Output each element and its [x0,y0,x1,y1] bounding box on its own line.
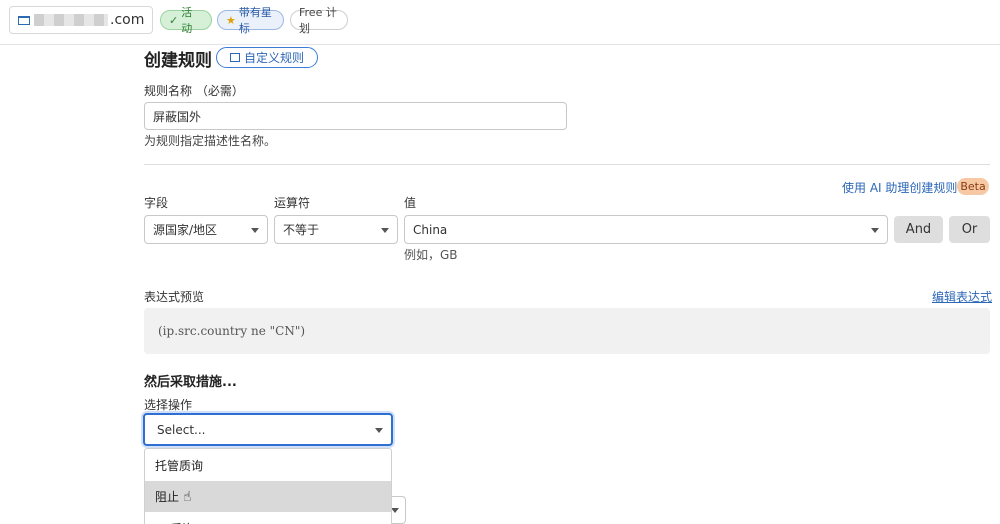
book-icon [229,53,240,62]
window-icon [18,15,30,25]
rule-name-hint: 为规则指定描述性名称。 [144,134,277,148]
action-select-label: 选择操作 [144,398,193,412]
value-label: 值 [404,196,417,210]
action-section-title: 然后采取措施... [144,375,237,390]
beta-badge: Beta [957,178,989,195]
plan-badge: Free 计划 [290,6,348,35]
check-icon: ✓ [169,13,179,27]
or-button[interactable]: Or [949,216,990,243]
expression-preview: (ip.src.country ne "CN") [144,308,990,354]
action-dropdown-menu: 托管质询 阻止 ☝ JS 质询 [144,448,392,524]
page-title: 创建规则 [144,51,212,71]
domain-suffix: .com [110,12,145,28]
option-managed-challenge[interactable]: 托管质询 [145,450,391,481]
custom-rule-button[interactable]: 自定义规则 [216,47,318,68]
star-icon: ★ [226,13,236,27]
operator-select[interactable]: 不等于 [274,215,398,244]
caret-down-icon [381,227,389,233]
field-label: 字段 [144,196,169,210]
operator-label: 运算符 [274,196,311,210]
caret-down-icon [251,227,259,233]
expression-label: 表达式预览 [144,290,205,304]
action-select[interactable]: Select... [143,413,393,446]
value-select[interactable]: China [404,215,888,244]
caret-down-icon [391,508,399,513]
rule-name-label: 规则名称 （必需） [144,84,244,98]
starred-badge[interactable]: ★ 带有星标 [217,6,284,35]
and-button[interactable]: And [894,216,943,243]
ai-helper-link[interactable]: 使用 AI 助理创建规则 [842,179,957,196]
domain-selector[interactable]: .com [9,6,153,34]
caret-down-icon [375,427,383,433]
option-block[interactable]: 阻止 ☝ [145,481,391,512]
rule-name-input[interactable]: 屏蔽国外 [144,102,567,130]
value-hint: 例如，GB [404,248,458,262]
redacted-domain [34,14,108,26]
hand-pointer-icon: ☝ [183,488,192,505]
caret-down-icon [871,227,879,233]
edit-expression-link[interactable]: 编辑表达式 [932,288,992,305]
field-select[interactable]: 源国家/地区 [144,215,268,244]
option-js-challenge[interactable]: JS 质询 [145,513,391,524]
divider [144,164,990,165]
status-badge-active: ✓ 活动 [160,6,212,35]
